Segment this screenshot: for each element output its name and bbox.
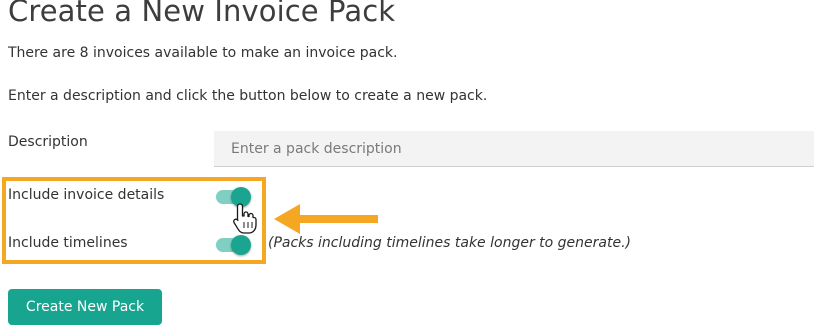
invoices-available-text: There are 8 invoices available to make a… bbox=[8, 45, 398, 61]
hand-pointer-icon bbox=[233, 203, 257, 234]
create-new-pack-button[interactable]: Create New Pack bbox=[8, 289, 162, 325]
instructions-text: Enter a description and click the button… bbox=[8, 88, 488, 104]
annotation-highlight-box bbox=[2, 177, 266, 264]
arrow-left-icon bbox=[274, 204, 378, 234]
timelines-hint: (Packs including timelines take longer t… bbox=[268, 235, 631, 251]
description-input[interactable] bbox=[214, 131, 814, 167]
description-label: Description bbox=[8, 134, 88, 150]
page-title: Create a New Invoice Pack bbox=[8, 0, 396, 28]
